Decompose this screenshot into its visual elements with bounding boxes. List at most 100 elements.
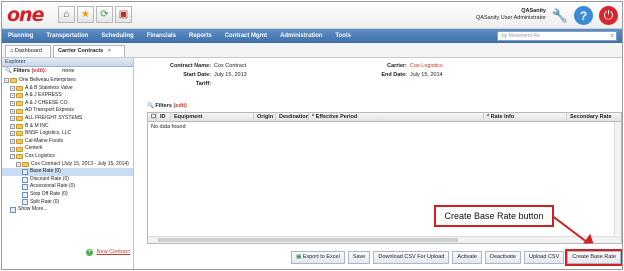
end-date-label: End Date: — [381, 72, 407, 78]
horizontal-scrollbar[interactable] — [148, 236, 621, 243]
monitor-icon[interactable]: ▣ — [115, 6, 132, 23]
tree-node[interactable]: + Cal-Maine Foods — [2, 138, 133, 146]
tree-node-label: Split Rate (0) — [30, 198, 60, 205]
search-input[interactable]: by Movement Re ⌕ — [497, 31, 617, 41]
export-to-excel-button[interactable]: ▦ Export to Excel — [291, 251, 345, 264]
contract-info: Contract Name: Cox Contract Carrier: Cox… — [135, 61, 622, 91]
quick-icons: ⌂ ★ ⟳ ▣ — [58, 6, 132, 23]
document-icon — [22, 199, 28, 206]
expand-icon[interactable]: + — [10, 116, 15, 122]
help-icon[interactable]: ? — [574, 6, 593, 25]
close-icon[interactable]: × — [108, 48, 111, 54]
save-button[interactable]: Save — [347, 251, 371, 264]
explorer-tree: − One Beliveau Enterprises + A & B Stainles… — [2, 77, 133, 214]
deactivate-button[interactable]: Deactivate — [485, 251, 521, 264]
col-effective-period[interactable]: * Effective Period — [308, 113, 357, 122]
download-csv-button[interactable]: Download CSV For Upload — [373, 251, 450, 264]
menu-planning[interactable]: Planning — [2, 33, 40, 39]
expand-icon[interactable]: + — [10, 93, 15, 99]
vertical-scrollbar[interactable] — [614, 122, 621, 235]
tree-node[interactable]: + A & J EXPRESS — [2, 92, 133, 100]
contract-detail: Contract Name: Cox Contract Carrier: Cox… — [135, 58, 622, 269]
filters-edit-link[interactable]: (edit): — [31, 68, 46, 74]
new-contract-button[interactable]: + New Contract — [86, 249, 130, 256]
tree-node-label: A & J CHEESE CO. — [25, 99, 69, 106]
tab-carrier-contracts[interactable]: Carrier Contracts × — [53, 45, 125, 57]
tree-node[interactable]: Show More... — [2, 206, 133, 214]
menu-tools[interactable]: Tools — [329, 33, 358, 39]
tree-node-label: A & J EXPRESS — [25, 92, 62, 99]
menu-reports[interactable]: Reports — [183, 33, 219, 39]
power-icon[interactable]: ⏻ — [599, 6, 618, 25]
home-icon[interactable]: ⌂ — [58, 6, 75, 23]
grid-filters-edit-link[interactable]: (edit) — [173, 103, 186, 109]
callout-annotation: Create Base Rate button — [434, 205, 554, 227]
star-icon[interactable]: ★ — [77, 6, 94, 23]
tree-node[interactable]: Stop Off Rate (0) — [2, 191, 133, 199]
create-base-rate-button[interactable]: Create Base Rate — [565, 249, 622, 266]
expand-icon[interactable]: + — [10, 146, 15, 152]
tab-dashboard[interactable]: ⌂ Dashboard ▾ — [5, 45, 51, 65]
menu-administration[interactable]: Administration — [274, 33, 329, 39]
select-all-checkbox[interactable]: ☐ — [148, 113, 156, 122]
tree-node[interactable]: − One Beliveau Enterprises — [2, 77, 133, 85]
collapse-icon[interactable]: − — [16, 161, 21, 167]
tree-node-label: Discount Rate (0) — [30, 175, 69, 182]
search-placeholder: by Movement Re — [502, 33, 540, 39]
expand-icon[interactable]: + — [10, 123, 15, 129]
tree-node[interactable]: + A & J CHEESE CO. — [2, 100, 133, 108]
home-icon: ⌂ — [10, 48, 14, 54]
collapse-icon[interactable]: − — [4, 78, 9, 84]
tree-node[interactable]: Discount Rate (0) — [2, 176, 133, 184]
tree-node-label: One Beliveau Enterprises — [19, 77, 76, 83]
tree-node-label: BNSF Logistics, LLC — [25, 130, 72, 137]
col-origin[interactable]: Origin — [253, 113, 273, 122]
contract-name-label: Contract Name: — [170, 63, 211, 69]
new-contract-label: New Contract — [96, 249, 130, 255]
expand-icon[interactable]: + — [10, 85, 15, 91]
refresh-icon[interactable]: ⟳ — [96, 6, 113, 23]
expand-icon[interactable]: + — [10, 131, 15, 137]
upload-csv-button[interactable]: Upload CSV — [524, 251, 565, 264]
tree-node-label: Centerk — [25, 145, 43, 152]
tree-node[interactable]: + AD Transport Express — [2, 107, 133, 115]
tree-node[interactable]: + B & M INC — [2, 123, 133, 131]
expand-icon[interactable]: + — [10, 139, 15, 145]
end-date-value: July 15, 2014 — [410, 72, 443, 78]
carrier-value[interactable]: Cox Logistics — [410, 63, 443, 69]
tree-node[interactable]: + BNSF Logistics, LLC — [2, 130, 133, 138]
expand-icon[interactable]: + — [10, 101, 15, 107]
collapse-icon[interactable]: − — [10, 154, 15, 160]
tree-node[interactable]: Accessorial Rate (0) — [2, 183, 133, 191]
filter-icon: 🔍 — [147, 103, 154, 109]
tab-dashboard-label: Dashboard — [14, 48, 42, 54]
menu-transportation[interactable]: Transportation — [40, 33, 95, 39]
folder-icon — [16, 139, 23, 145]
tab-carrier-contracts-label: Carrier Contracts — [58, 48, 104, 54]
expand-icon[interactable]: + — [10, 108, 15, 114]
search-icon[interactable]: ⌕ — [611, 32, 614, 41]
wrench-icon[interactable]: 🔧 — [552, 8, 568, 24]
tree-node[interactable]: − Cox Contract (July 15, 2013 - July 15, … — [2, 161, 133, 169]
col-equipment[interactable]: Equipment — [170, 113, 202, 122]
grid-filters-label: Filters — [155, 103, 172, 109]
menu-scheduling[interactable]: Scheduling — [95, 33, 140, 39]
excel-icon: ▦ — [296, 254, 302, 260]
menu-financials[interactable]: Financials — [141, 33, 183, 39]
tree-node[interactable]: − Cox Logistics — [2, 153, 133, 161]
activate-button[interactable]: Activate — [452, 251, 482, 264]
user-info: QASanity QASanity User Administrator — [476, 8, 546, 22]
tree-node[interactable]: Base Rate (0) — [2, 168, 133, 176]
col-destination[interactable]: Destination — [275, 113, 309, 122]
col-id[interactable]: ID — [156, 113, 166, 122]
no-data-message: No data found — [151, 124, 186, 130]
tree-node[interactable]: + ALL FREIGHT SYSTEMS — [2, 115, 133, 123]
user-name: QASanity — [521, 8, 546, 14]
menu-contract-mgmt[interactable]: Contract Mgmt — [219, 33, 274, 39]
col-rate-info[interactable]: * Rate Info — [483, 113, 514, 122]
tree-node[interactable]: + A & B Stainless Valve — [2, 85, 133, 93]
tree-node[interactable]: Split Rate (0) — [2, 199, 133, 207]
tree-node[interactable]: + Centerk — [2, 145, 133, 153]
col-secondary-rate[interactable]: Secondary Rate — [566, 113, 612, 122]
scroll-thumb[interactable] — [158, 238, 458, 242]
